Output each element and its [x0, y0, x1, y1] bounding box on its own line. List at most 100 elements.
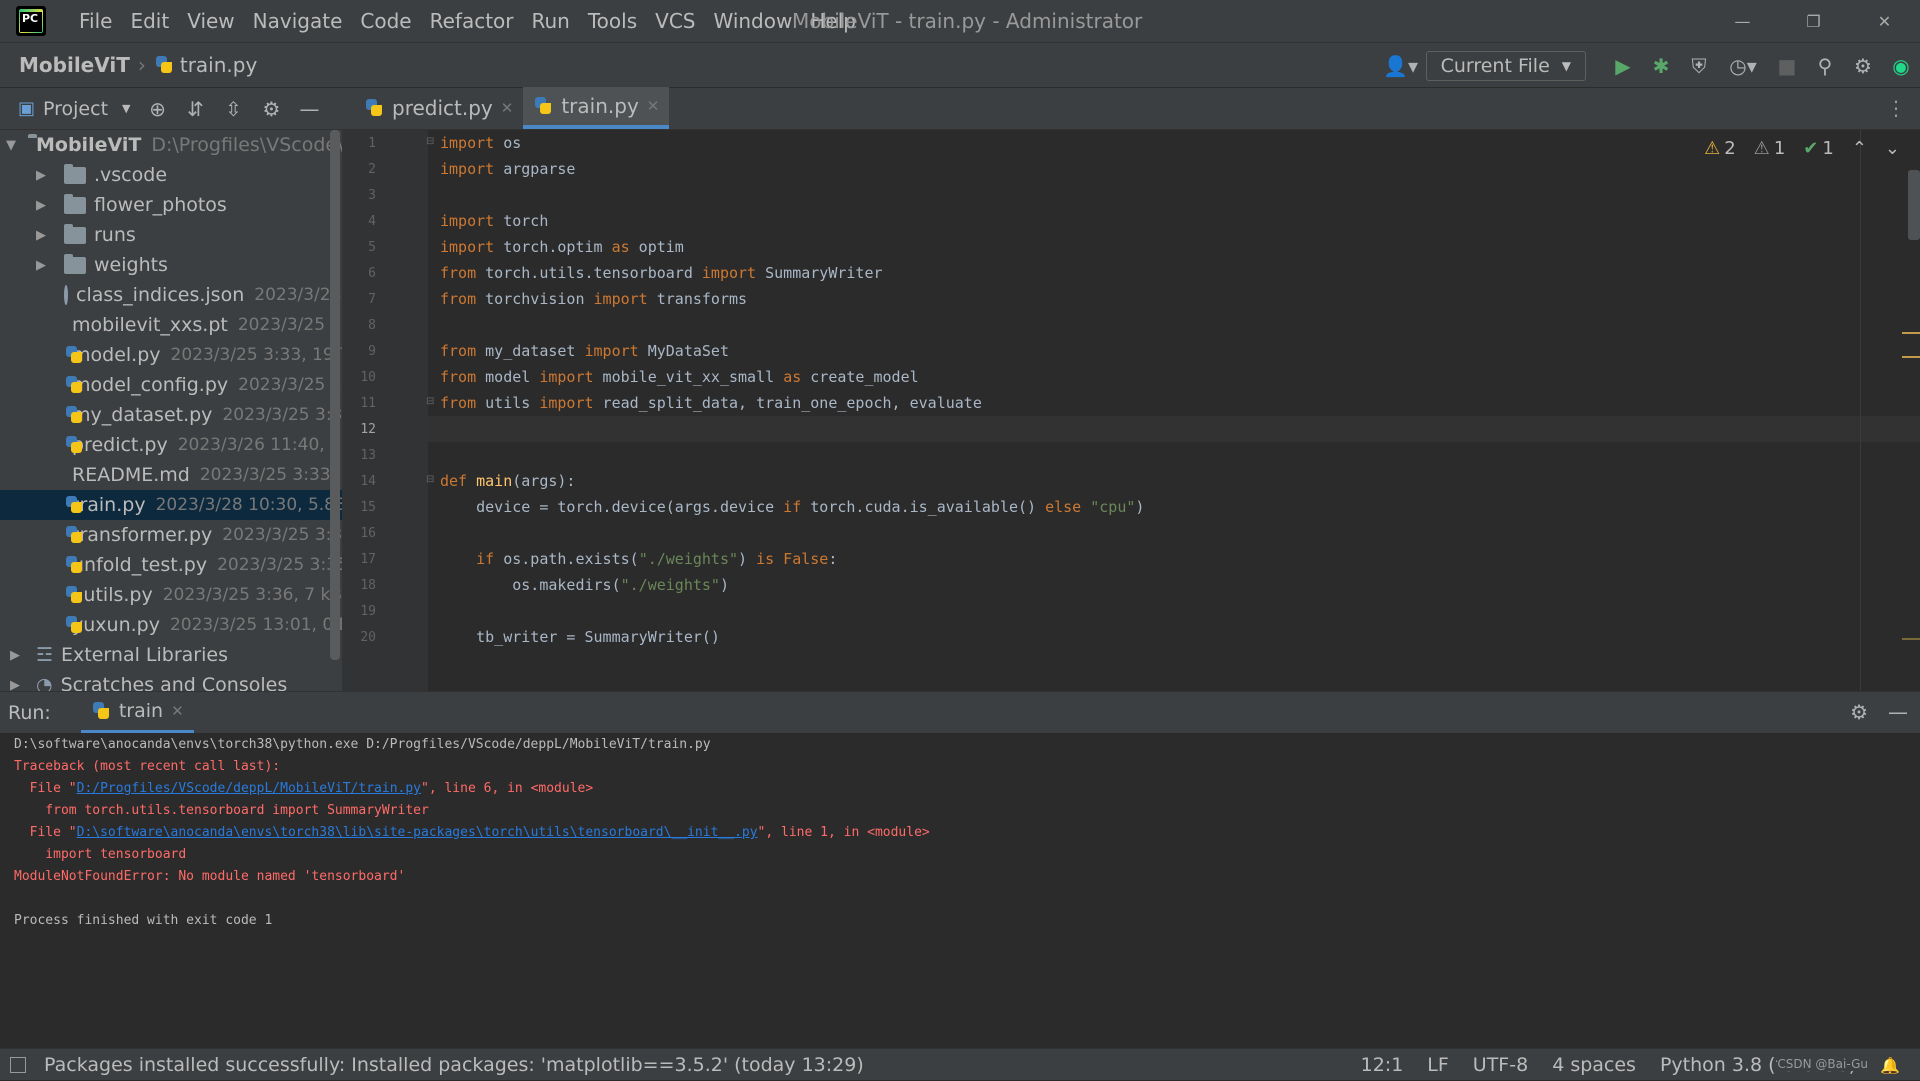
- code-editor[interactable]: 1 2 3 4 5 6 7 8 9 10 11 12 13 14 15 16 1…: [342, 130, 1920, 691]
- tree-root-name: MobileViT: [36, 134, 142, 156]
- run-console[interactable]: D:\software\anocanda\envs\torch38\python…: [0, 733, 1920, 1048]
- gear-icon[interactable]: ⚙: [1844, 47, 1882, 85]
- menu-code[interactable]: Code: [351, 9, 420, 33]
- fold-icon[interactable]: ⊟: [426, 474, 434, 485]
- inspection-widget[interactable]: ⚠ 2 ⚠ 1 ✔ 1 ⌃ ⌄: [1704, 138, 1900, 159]
- caret-position[interactable]: 12:1: [1361, 1054, 1404, 1076]
- toggle-tool-windows-icon[interactable]: [10, 1056, 26, 1073]
- gear-icon[interactable]: ⚙: [253, 97, 291, 121]
- tab-train-py[interactable]: train.py ✕: [523, 87, 670, 129]
- status-message[interactable]: Packages installed successfully: Install…: [44, 1054, 864, 1076]
- menu-view[interactable]: View: [178, 9, 243, 33]
- chevron-right-icon[interactable]: ▶: [32, 198, 50, 213]
- gear-icon[interactable]: ⚙: [1850, 700, 1868, 724]
- run-tab-train[interactable]: train ✕: [80, 692, 194, 734]
- tree-external-libraries[interactable]: ▶ ☲ External Libraries: [0, 640, 342, 670]
- tree-file[interactable]: utils.py 2023/3/25 3:36, 7 kB: [0, 580, 342, 610]
- chevron-down-icon[interactable]: ⌄: [1885, 138, 1900, 159]
- chevron-up-icon[interactable]: ⌃: [1852, 138, 1867, 159]
- chevron-right-icon[interactable]: ▶: [32, 168, 50, 183]
- tree-file[interactable]: predict.py 2023/3/26 11:40, 1.9: [0, 430, 342, 460]
- menu-navigate[interactable]: Navigate: [244, 9, 352, 33]
- tree-folder-flower-photos[interactable]: ▶ flower_photos: [0, 190, 342, 220]
- debug-icon[interactable]: ✱: [1642, 47, 1680, 85]
- menu-tools[interactable]: Tools: [579, 9, 646, 33]
- breadcrumb-file[interactable]: train.py: [180, 53, 257, 77]
- menu-window[interactable]: Window: [704, 9, 801, 33]
- tree-folder-label: .vscode: [94, 164, 168, 186]
- hide-panel-icon[interactable]: —: [1888, 700, 1908, 724]
- tree-file[interactable]: mobilevit_xxs.pt 2023/3/25 13: [0, 310, 342, 340]
- close-tab-icon[interactable]: ✕: [171, 702, 184, 720]
- tree-file-selected[interactable]: train.py 2023/3/28 10:30, 5.88 k: [0, 490, 342, 520]
- chevron-right-icon[interactable]: ▶: [32, 228, 50, 243]
- run-configuration-select[interactable]: Current File ▼: [1425, 51, 1586, 81]
- more-tabs-icon[interactable]: ⋮: [1886, 96, 1906, 120]
- menu-run[interactable]: Run: [523, 9, 579, 33]
- tree-scratches[interactable]: ▶ ◔ Scratches and Consoles: [0, 670, 342, 691]
- project-view-label[interactable]: Project: [43, 98, 108, 120]
- tree-file-meta: 2023/3/26 11:40, 1.9: [177, 435, 342, 455]
- menu-file[interactable]: File: [70, 9, 121, 33]
- tree-file[interactable]: unfold_test.py 2023/3/25 3:35,: [0, 550, 342, 580]
- search-icon[interactable]: ⚲: [1806, 47, 1844, 85]
- traceback-link[interactable]: D:/Progfiles/VScode/deppL/MobileViT/trai…: [77, 781, 421, 796]
- tree-file[interactable]: README.md 2023/3/25 3:33, 1: [0, 460, 342, 490]
- restore-icon[interactable]: ❐: [1778, 0, 1849, 42]
- chevron-right-icon[interactable]: ▶: [32, 258, 50, 273]
- notifications-icon[interactable]: 🔔: [1880, 1056, 1900, 1075]
- menu-vcs[interactable]: VCS: [646, 9, 704, 33]
- locate-file-icon[interactable]: ⊕: [139, 97, 177, 121]
- chevron-right-icon[interactable]: ▶: [6, 648, 24, 663]
- line-separator[interactable]: LF: [1427, 1054, 1449, 1076]
- tree-file[interactable]: class_indices.json 2023/3/28 2: [0, 280, 342, 310]
- traceback-link[interactable]: D:\software\anocanda\envs\torch38\lib\si…: [77, 825, 758, 840]
- fold-icon[interactable]: ⊟: [426, 136, 434, 147]
- warning-stripe[interactable]: [1902, 332, 1920, 334]
- close-tab-icon[interactable]: ✕: [501, 99, 514, 117]
- current-line-highlight: [428, 416, 1920, 442]
- coverage-icon[interactable]: ⛨: [1680, 47, 1718, 85]
- fold-icon[interactable]: ⊟: [426, 396, 434, 407]
- minimize-icon[interactable]: —: [1707, 0, 1778, 42]
- tree-folder-weights[interactable]: ▶ weights: [0, 250, 342, 280]
- chevron-down-icon[interactable]: ▼: [6, 138, 16, 153]
- tree-root[interactable]: ▼ MobileViT D:\Progfiles\VScode\: [0, 130, 342, 160]
- indentation[interactable]: 4 spaces: [1552, 1054, 1636, 1076]
- chevron-right-icon[interactable]: ▶: [6, 678, 24, 692]
- collapse-all-icon[interactable]: ⇳: [215, 97, 253, 121]
- editor-scrollbar[interactable]: [1908, 170, 1920, 240]
- menu-edit[interactable]: Edit: [121, 9, 178, 33]
- chevron-down-icon[interactable]: ▼: [122, 102, 130, 115]
- tree-file[interactable]: model.py 2023/3/25 3:33, 19.7: [0, 340, 342, 370]
- project-tree: ▼ MobileViT D:\Progfiles\VScode\ ▶ .vsco…: [0, 130, 342, 691]
- tab-predict-py[interactable]: predict.py ✕: [354, 87, 523, 129]
- breadcrumb-project[interactable]: MobileViT: [19, 53, 130, 77]
- close-tab-icon[interactable]: ✕: [647, 97, 660, 115]
- tree-folder-vscode[interactable]: ▶ .vscode: [0, 160, 342, 190]
- file-encoding[interactable]: UTF-8: [1473, 1054, 1528, 1076]
- tree-file[interactable]: my_dataset.py 2023/3/25 3:34: [0, 400, 342, 430]
- tree-file[interactable]: transformer.py 2023/3/25 3:35: [0, 520, 342, 550]
- run-icon[interactable]: ▶: [1604, 47, 1642, 85]
- tree-file-name: train.py: [72, 494, 146, 516]
- warning-stripe[interactable]: [1902, 638, 1920, 640]
- tree-scrollbar[interactable]: [330, 130, 340, 660]
- tree-file-meta: 2023/3/25 3:33, 19.7: [170, 345, 342, 365]
- menu-refactor[interactable]: Refactor: [421, 9, 523, 33]
- user-account-icon[interactable]: 👤▾: [1376, 47, 1426, 85]
- warning-stripe[interactable]: [1902, 356, 1920, 358]
- code-line: from torch.utils.tensorboard import Summ…: [440, 264, 883, 282]
- tree-folder-runs[interactable]: ▶ runs: [0, 220, 342, 250]
- profile-icon[interactable]: ◷▾: [1718, 47, 1768, 85]
- tree-file[interactable]: yuxun.py 2023/3/25 13:01, 0 B: [0, 610, 342, 640]
- code-line: tb_writer = SummaryWriter(): [440, 628, 720, 646]
- close-icon[interactable]: ✕: [1849, 0, 1920, 42]
- pycharm-updates-icon[interactable]: ◉: [1882, 47, 1920, 85]
- line-number: 20: [360, 630, 376, 645]
- hide-panel-icon[interactable]: —: [291, 97, 329, 121]
- expand-all-icon[interactable]: ⇵: [177, 97, 215, 121]
- stop-icon[interactable]: ■: [1768, 47, 1806, 85]
- code-line: from model import mobile_vit_xx_small as…: [440, 368, 919, 386]
- tree-file[interactable]: model_config.py 2023/3/25 3:: [0, 370, 342, 400]
